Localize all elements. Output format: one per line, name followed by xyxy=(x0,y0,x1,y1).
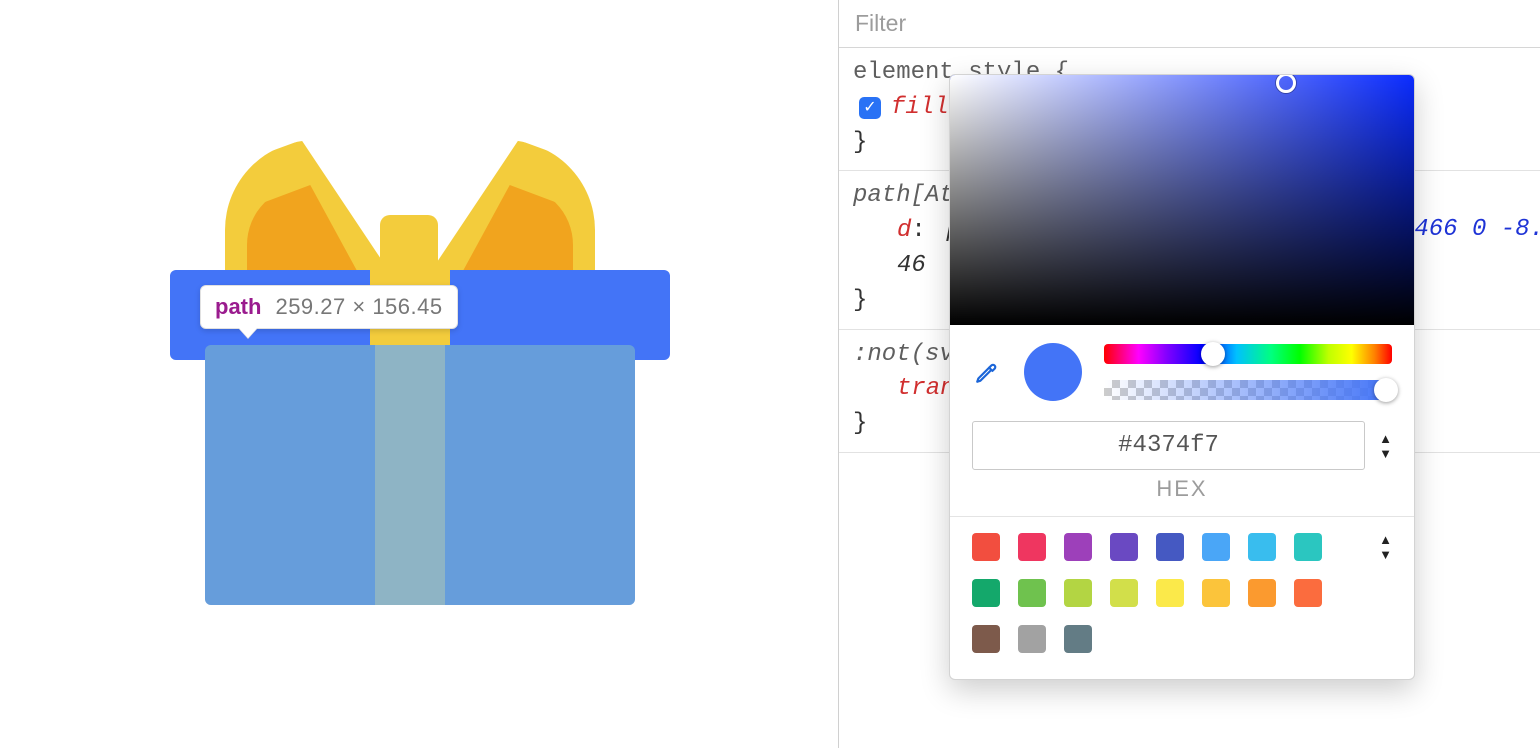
palette-swatch[interactable] xyxy=(1294,579,1322,607)
gift-ribbon-body xyxy=(375,345,445,605)
chevron-down-icon: ▼ xyxy=(1379,447,1392,460)
palette-swatch[interactable] xyxy=(1018,625,1046,653)
current-color-circle xyxy=(1024,343,1082,401)
palette-stepper[interactable]: ▲ ▼ xyxy=(1379,533,1392,561)
palette-swatch[interactable] xyxy=(972,579,1000,607)
palette-swatch[interactable] xyxy=(1248,579,1276,607)
styles-filter-bar xyxy=(839,0,1540,48)
color-picker: ▲ ▼ HEX ▲ ▼ xyxy=(949,74,1415,680)
hue-slider[interactable] xyxy=(1104,344,1392,364)
toggle-declaration-checkbox[interactable]: ✓ xyxy=(859,97,881,119)
palette-swatch[interactable] xyxy=(1248,533,1276,561)
palette-swatch[interactable] xyxy=(1156,579,1184,607)
palette: ▲ ▼ xyxy=(950,517,1414,679)
palette-row-3 xyxy=(972,625,1392,653)
palette-swatch[interactable] xyxy=(1156,533,1184,561)
palette-swatch[interactable] xyxy=(972,533,1000,561)
chevron-up-icon: ▲ xyxy=(1379,432,1392,445)
prop-name-fill[interactable]: fill xyxy=(891,94,949,121)
palette-swatch[interactable] xyxy=(1064,579,1092,607)
inspect-tag-name: path xyxy=(215,294,261,320)
eyedropper-icon[interactable] xyxy=(972,357,1002,387)
palette-swatch[interactable] xyxy=(972,625,1000,653)
palette-swatch[interactable] xyxy=(1018,579,1046,607)
palette-swatch[interactable] xyxy=(1064,625,1092,653)
palette-swatch[interactable] xyxy=(1202,579,1230,607)
alpha-thumb[interactable] xyxy=(1374,378,1398,402)
sv-cursor[interactable] xyxy=(1276,74,1296,93)
hue-thumb[interactable] xyxy=(1201,342,1225,366)
chevron-up-icon: ▲ xyxy=(1379,533,1392,546)
sv-plane[interactable] xyxy=(950,75,1414,325)
gift-bow-knot xyxy=(380,215,438,275)
gift-bow-right xyxy=(425,140,595,280)
inspect-dimensions: 259.27 × 156.45 xyxy=(275,294,442,320)
hex-format-label: HEX xyxy=(950,470,1414,516)
hex-input[interactable] xyxy=(972,421,1365,470)
palette-row-1: ▲ ▼ xyxy=(972,533,1392,561)
prop-name-d: d xyxy=(897,217,911,244)
gift-bow-left xyxy=(225,140,395,280)
palette-swatch[interactable] xyxy=(1110,533,1138,561)
chevron-down-icon: ▼ xyxy=(1379,548,1392,561)
format-stepper[interactable]: ▲ ▼ xyxy=(1379,432,1392,460)
palette-swatch[interactable] xyxy=(1202,533,1230,561)
page-left: path 259.27 × 156.45 xyxy=(0,0,838,748)
palette-row-2 xyxy=(972,579,1392,607)
gift-illustration: path 259.27 × 156.45 xyxy=(170,140,670,620)
inspect-tooltip: path 259.27 × 156.45 xyxy=(200,285,458,329)
devtools-styles-panel: element.style { ✓ fill: #4374f7; } path[… xyxy=(838,0,1540,748)
styles-filter-input[interactable] xyxy=(853,0,1526,47)
palette-swatch[interactable] xyxy=(1110,579,1138,607)
palette-swatch[interactable] xyxy=(1064,533,1092,561)
alpha-slider[interactable] xyxy=(1104,380,1392,400)
palette-swatch[interactable] xyxy=(1018,533,1046,561)
palette-swatch[interactable] xyxy=(1294,533,1322,561)
